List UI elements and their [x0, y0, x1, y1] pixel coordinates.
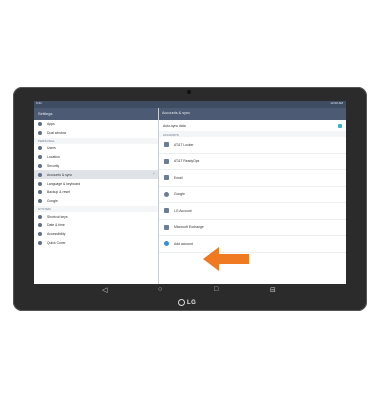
settings-item-date-time[interactable]: Date & time	[34, 221, 158, 230]
account-label: Google	[174, 192, 185, 197]
brand-label: LG	[187, 299, 197, 306]
account-item-email[interactable]: Email	[159, 170, 346, 187]
accounts-detail-pane: Accounts & sync Auto-sync data ACCOUNTS …	[159, 108, 346, 284]
settings-item-label: Backup & reset	[47, 190, 70, 195]
att-readyops-icon	[164, 158, 169, 164]
lg-logo: LG	[178, 299, 196, 306]
settings-title: Settings	[38, 111, 53, 116]
shortcut-keys-icon	[38, 214, 42, 219]
account-label: AT&T ReadyOps	[174, 159, 200, 164]
section-label: PERSONAL	[38, 138, 55, 143]
account-item-att-readyops[interactable]: AT&T ReadyOps	[159, 154, 346, 170]
menu-button[interactable]: ⊟	[270, 286, 276, 294]
account-label: LG Account	[174, 208, 192, 213]
accounts-title: Accounts & sync	[162, 111, 191, 115]
account-item-exchange[interactable]: Microsoft Exchange	[159, 220, 346, 236]
section-label: SYSTEM	[38, 206, 51, 211]
accounts-list: AT&T Locker AT&T ReadyOps Email Google L…	[159, 137, 346, 253]
auto-sync-label: Auto-sync data	[163, 123, 186, 128]
google-icon	[38, 199, 42, 204]
settings-header: Settings	[34, 108, 158, 120]
home-button[interactable]: ○	[158, 286, 162, 293]
quick-cover-icon	[38, 240, 42, 245]
front-camera	[187, 90, 191, 94]
account-item-google[interactable]: Google	[159, 187, 346, 203]
accounts-icon	[38, 172, 42, 177]
settings-item-label: Language & keyboard	[47, 181, 81, 186]
recents-button[interactable]: □	[214, 286, 218, 293]
language-icon	[38, 181, 42, 186]
settings-item-label: Accessibility	[47, 232, 66, 237]
settings-list: Apps Dual window PERSONAL Users Location…	[34, 120, 158, 247]
accessibility-icon	[38, 232, 42, 237]
section-label: ACCOUNTS	[163, 132, 179, 137]
settings-item-dual-window[interactable]: Dual window	[34, 129, 158, 138]
exchange-icon	[164, 224, 169, 230]
settings-item-label: Location	[47, 155, 60, 160]
back-button[interactable]: ◁	[102, 286, 107, 294]
settings-item-label: Google	[47, 199, 58, 204]
google-icon	[164, 191, 169, 197]
account-item-att-locker[interactable]: AT&T Locker	[159, 137, 346, 154]
add-account-button[interactable]: Add account	[159, 236, 346, 253]
settings-item-label: Apps	[47, 122, 55, 127]
backup-icon	[38, 190, 42, 195]
settings-item-apps[interactable]: Apps	[34, 120, 158, 129]
account-item-lg-account[interactable]: LG Account	[159, 203, 346, 220]
account-label: AT&T Locker	[174, 142, 194, 147]
apps-icon	[38, 122, 42, 127]
account-label: Add account	[174, 241, 193, 246]
status-clock: 12:00 AM	[330, 101, 343, 105]
account-label: Microsoft Exchange	[174, 225, 204, 230]
settings-item-security[interactable]: Security	[34, 162, 158, 171]
settings-item-google[interactable]: Google	[34, 197, 158, 206]
settings-list-pane: Settings Apps Dual window PERSONAL Users…	[34, 108, 158, 284]
status-bar: 9:41 12:00 AM	[34, 101, 346, 108]
settings-item-accounts-sync[interactable]: Accounts & sync ›	[34, 170, 158, 180]
settings-item-label: Shortcut keys	[47, 214, 68, 219]
navigation-bar: ◁ ○ □ ⊟	[34, 284, 346, 299]
lg-account-icon	[164, 208, 169, 214]
account-label: Email	[174, 175, 183, 180]
chevron-right-icon: ›	[153, 171, 155, 178]
email-icon	[164, 175, 169, 181]
settings-item-backup[interactable]: Backup & reset	[34, 188, 158, 197]
auto-sync-checkbox[interactable]	[338, 123, 342, 128]
lock-icon	[38, 164, 42, 169]
settings-item-label: Users	[47, 146, 56, 151]
settings-item-label: Security	[47, 164, 60, 169]
clock-icon	[38, 223, 42, 228]
location-icon	[38, 155, 42, 160]
dual-window-icon	[38, 131, 42, 136]
screen: 9:41 12:00 AM Settings Apps Dual window …	[34, 101, 346, 284]
add-icon	[164, 241, 169, 247]
att-locker-icon	[164, 142, 169, 148]
settings-item-quick-cover[interactable]: Quick Cover	[34, 239, 158, 248]
settings-item-label: Dual window	[47, 131, 67, 136]
settings-item-shortcut-keys[interactable]: Shortcut keys	[34, 212, 158, 221]
settings-item-users[interactable]: Users	[34, 144, 158, 153]
accounts-header: Accounts & sync	[159, 108, 346, 120]
settings-item-label: Quick Cover	[47, 240, 66, 245]
settings-item-location[interactable]: Location	[34, 153, 158, 162]
status-time: 9:41	[36, 101, 42, 105]
settings-item-label: Date & time	[47, 223, 65, 228]
settings-item-label: Accounts & sync	[47, 172, 73, 177]
lg-logo-icon	[178, 299, 185, 306]
pointer-arrow-icon	[203, 247, 249, 271]
users-icon	[38, 146, 42, 151]
auto-sync-row[interactable]: Auto-sync data	[159, 120, 346, 131]
settings-item-accessibility[interactable]: Accessibility	[34, 230, 158, 239]
settings-item-language[interactable]: Language & keyboard	[34, 179, 158, 188]
